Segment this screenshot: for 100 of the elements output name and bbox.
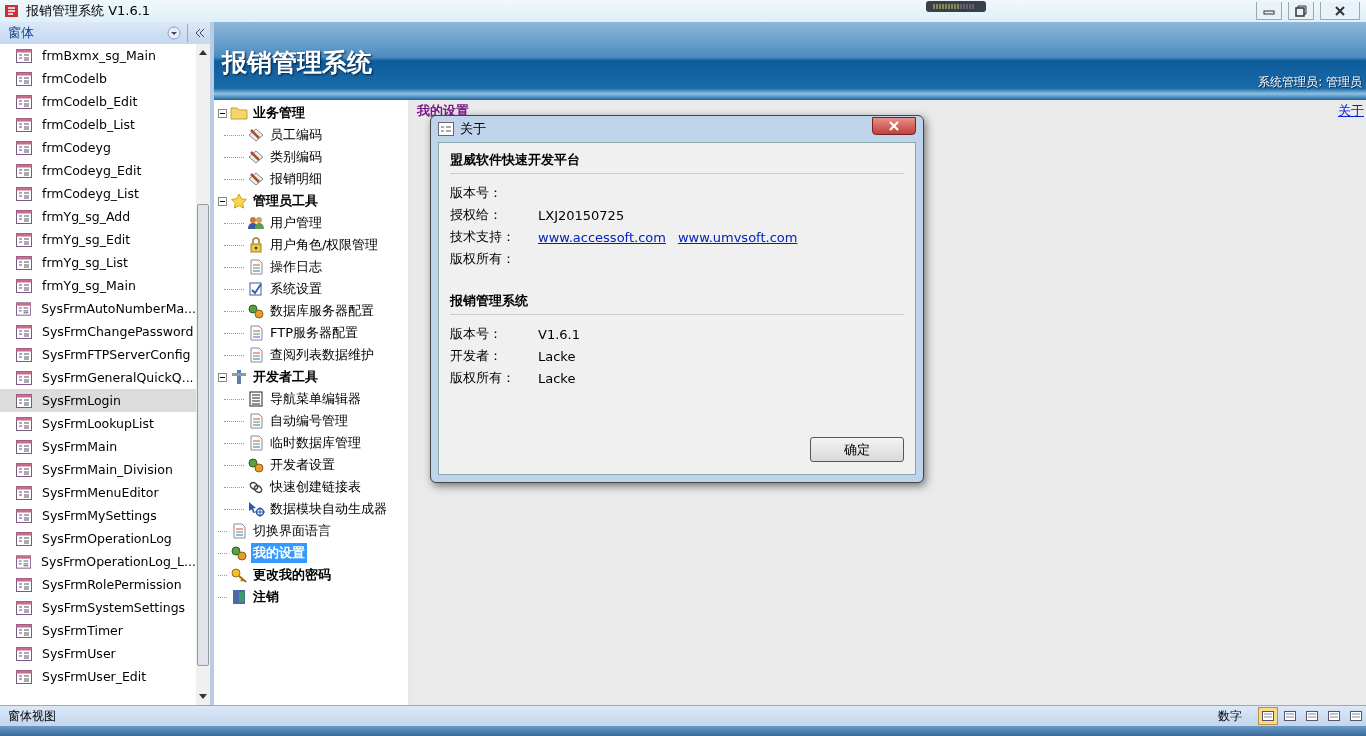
- tree-item[interactable]: 用户角色/权限管理: [268, 235, 381, 255]
- section-title: 报销管理系统: [450, 292, 904, 315]
- tree-item[interactable]: 查阅列表数据维护: [268, 345, 376, 365]
- collapse-icon[interactable]: [194, 28, 206, 38]
- field-label: 开发者：: [450, 347, 503, 365]
- form-list-item[interactable]: SysFrmSystemSettings: [0, 596, 196, 619]
- user-label: 系统管理员: 管理员: [1258, 74, 1362, 91]
- view-button[interactable]: [1258, 707, 1278, 725]
- form-list-item[interactable]: SysFrmMenuEditor: [0, 481, 196, 504]
- settings-icon: [247, 281, 265, 297]
- tree-item[interactable]: 临时数据库管理: [268, 433, 363, 453]
- form-list-item[interactable]: SysFrmAutoNumberMa...: [0, 297, 196, 320]
- tree-item[interactable]: 注销: [251, 587, 281, 607]
- form-icon: [16, 324, 32, 339]
- form-list-item[interactable]: frmCodelb: [0, 67, 196, 90]
- form-list-item[interactable]: SysFrmOperationLog: [0, 527, 196, 550]
- tree-item[interactable]: 操作日志: [268, 257, 324, 277]
- form-list-item[interactable]: SysFrmOperationLog_L...: [0, 550, 196, 573]
- about-link[interactable]: 关于: [1338, 102, 1364, 120]
- tree-item[interactable]: 用户管理: [268, 213, 324, 233]
- form-list-item[interactable]: SysFrmTimer: [0, 619, 196, 642]
- ok-button[interactable]: 确定: [810, 437, 904, 462]
- form-list-item[interactable]: frmCodeyg_Edit: [0, 159, 196, 182]
- minimize-button[interactable]: [1256, 2, 1282, 20]
- form-icon: [16, 600, 32, 615]
- tree-item[interactable]: 快速创建链接表: [268, 477, 363, 497]
- form-list-item[interactable]: frmYg_sg_List: [0, 251, 196, 274]
- form-list-item[interactable]: SysFrmChangePassword: [0, 320, 196, 343]
- pencil-icon: [247, 127, 265, 143]
- tree-item[interactable]: 数据模块自动生成器: [268, 499, 389, 519]
- form-icon: [16, 508, 32, 523]
- form-list-item[interactable]: SysFrmUser: [0, 642, 196, 665]
- form-icon: [16, 669, 32, 684]
- door-icon: [230, 589, 248, 605]
- form-list-item[interactable]: SysFrmMain: [0, 435, 196, 458]
- tree-item[interactable]: 自动编号管理: [268, 411, 350, 431]
- form-list-item[interactable]: frmCodelb_List: [0, 113, 196, 136]
- dialog-title: 关于: [460, 120, 486, 138]
- collapse-icon[interactable]: [218, 372, 227, 382]
- form-list-item[interactable]: SysFrmMain_Division: [0, 458, 196, 481]
- document-icon: [230, 523, 248, 539]
- pencil-icon: [247, 171, 265, 187]
- gears-icon: [247, 457, 265, 473]
- form-list-item[interactable]: frmCodelb_Edit: [0, 90, 196, 113]
- form-list-item[interactable]: SysFrmLookupList: [0, 412, 196, 435]
- website-link[interactable]: www.umvsoft.com: [677, 229, 798, 245]
- document-icon: [247, 325, 265, 341]
- tree-item[interactable]: 员工编码: [268, 125, 324, 145]
- tree-item[interactable]: 业务管理: [251, 103, 307, 123]
- form-list-item[interactable]: frmCodeyg: [0, 136, 196, 159]
- form-list-item[interactable]: frmCodeyg_List: [0, 182, 196, 205]
- form-list-item[interactable]: SysFrmGeneralQuickQ...: [0, 366, 196, 389]
- field-label: 技术支持：: [450, 228, 516, 246]
- website-link[interactable]: www.accessoft.com: [538, 229, 666, 245]
- tree-item[interactable]: 更改我的密码: [251, 565, 333, 585]
- form-icon: [16, 554, 32, 569]
- restore-button[interactable]: [1288, 2, 1314, 20]
- form-list-item[interactable]: frmYg_sg_Add: [0, 205, 196, 228]
- tree-item[interactable]: 开发者工具: [251, 367, 320, 387]
- form-list-item[interactable]: SysFrmRolePermission: [0, 573, 196, 596]
- form-list-item[interactable]: frmYg_sg_Edit: [0, 228, 196, 251]
- list-icon: [247, 391, 265, 407]
- form-list-item[interactable]: SysFrmMySettings: [0, 504, 196, 527]
- tree-item[interactable]: 数据库服务器配置: [268, 301, 376, 321]
- tree-item[interactable]: 切换界面语言: [251, 521, 333, 541]
- form-icon: [16, 370, 32, 385]
- document-icon: [247, 347, 265, 363]
- field-label: 版本号：: [450, 325, 503, 343]
- scroll-up-icon[interactable]: [198, 48, 208, 56]
- form-icon: [16, 531, 32, 546]
- close-button[interactable]: [872, 117, 916, 135]
- scrollbar[interactable]: [196, 44, 210, 705]
- document-icon: [247, 259, 265, 275]
- form-icon: [16, 462, 32, 477]
- collapse-icon[interactable]: [218, 196, 227, 206]
- tree-item[interactable]: 导航菜单编辑器: [268, 389, 363, 409]
- form-icon: [16, 140, 32, 155]
- tree-item[interactable]: FTP服务器配置: [268, 323, 361, 343]
- collapse-icon[interactable]: [218, 108, 227, 118]
- scroll-down-icon[interactable]: [198, 693, 208, 701]
- close-icon: [888, 121, 900, 131]
- tree-item[interactable]: 开发者设置: [268, 455, 337, 475]
- field-value: V1.6.1: [538, 326, 580, 342]
- form-icon: [16, 301, 32, 316]
- tree-item[interactable]: 报销明细: [268, 169, 324, 189]
- form-list-item[interactable]: frmBxmx_sg_Main: [0, 44, 196, 67]
- form-icon: [16, 623, 32, 638]
- close-button[interactable]: [1320, 2, 1360, 20]
- tree-item[interactable]: 管理员工具: [251, 191, 320, 211]
- dropdown-icon[interactable]: [167, 26, 181, 40]
- level-meter-icon: [926, 0, 987, 12]
- tree-item[interactable]: 系统设置: [268, 279, 324, 299]
- view-icon: [1328, 711, 1340, 721]
- form-list-item[interactable]: SysFrmFTPServerConfig: [0, 343, 196, 366]
- form-list-item[interactable]: SysFrmLogin: [0, 389, 196, 412]
- form-icon: [16, 577, 32, 592]
- form-list-item[interactable]: SysFrmUser_Edit: [0, 665, 196, 688]
- gears-icon: [247, 303, 265, 319]
- tree-item[interactable]: 类别编码: [268, 147, 324, 167]
- form-list-item[interactable]: frmYg_sg_Main: [0, 274, 196, 297]
